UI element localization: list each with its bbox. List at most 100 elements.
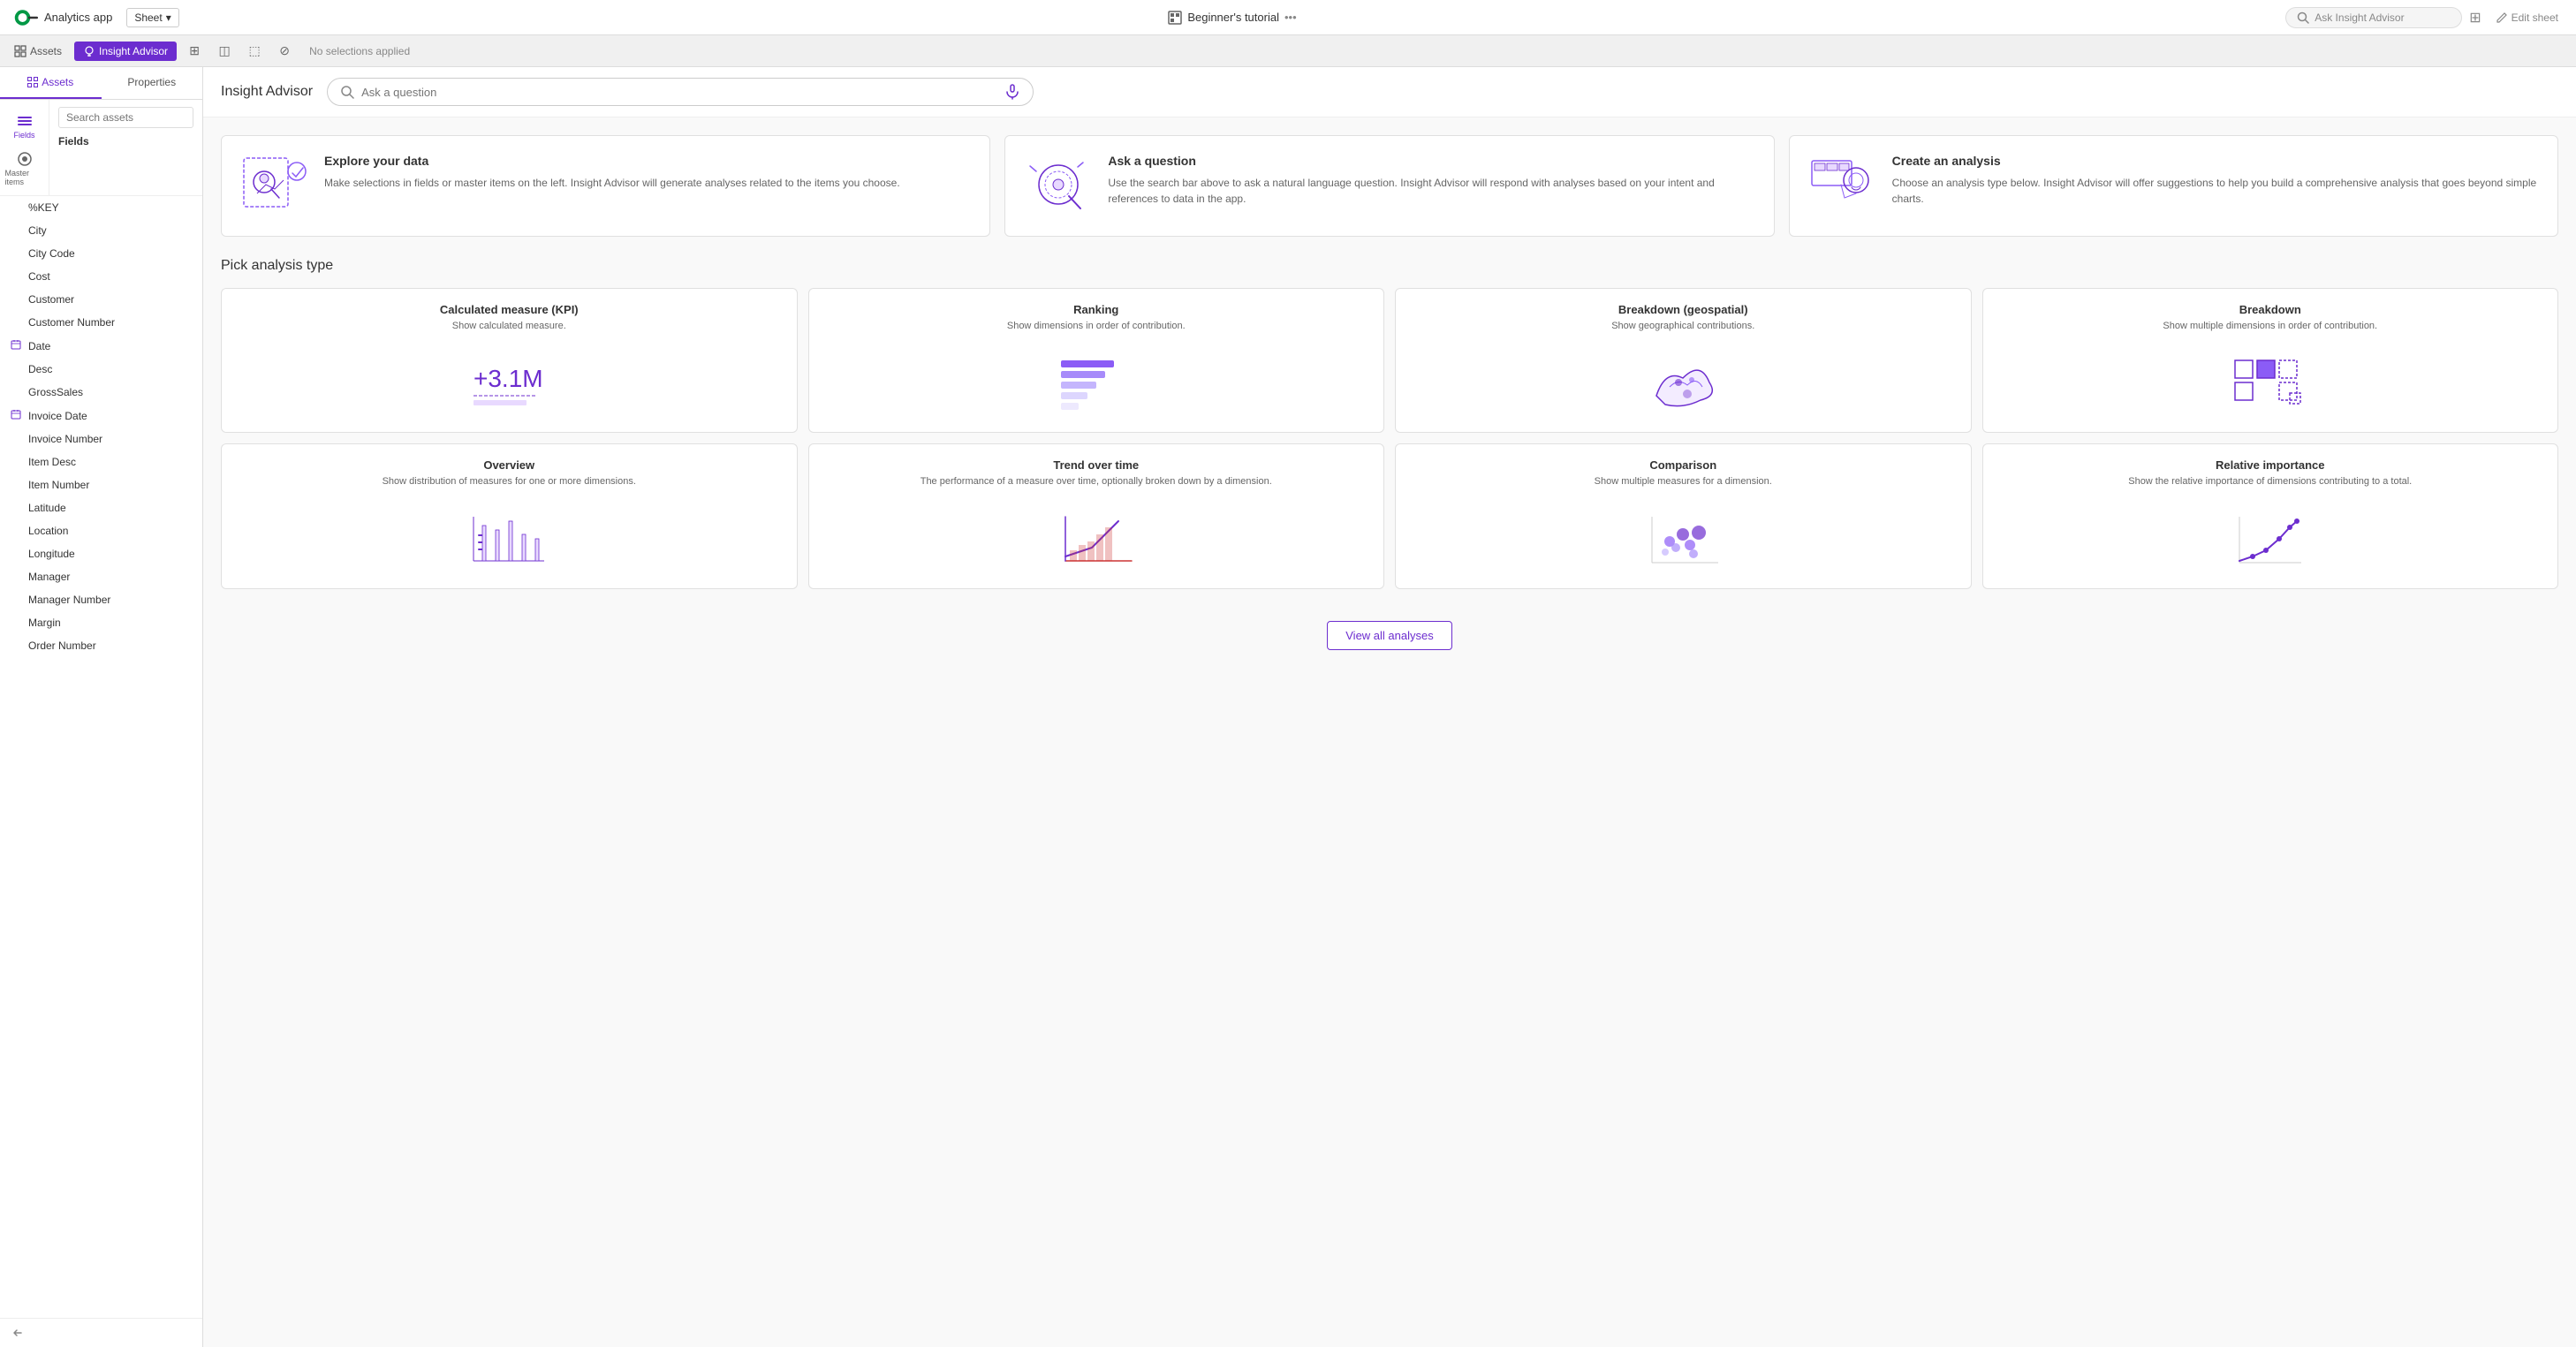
- field-name: Item Number: [28, 479, 89, 491]
- top-search[interactable]: Ask Insight Advisor: [2285, 7, 2462, 28]
- ask-question-input[interactable]: [361, 86, 997, 99]
- insight-advisor-button[interactable]: Insight Advisor: [74, 42, 177, 61]
- intro-card-explore[interactable]: Explore your data Make selections in fie…: [221, 135, 990, 237]
- field-name: Manager: [28, 571, 70, 583]
- insight-advisor-title: Insight Advisor: [221, 84, 313, 100]
- fields-list: %KEY City City Code CostCustomerCustomer Nu…: [0, 196, 202, 1318]
- field-name: Item Desc: [28, 456, 76, 468]
- analysis-title-overview: Overview: [236, 458, 783, 472]
- field-item[interactable]: Invoice Date: [0, 404, 202, 428]
- field-item[interactable]: City Code: [0, 242, 202, 265]
- collapse-icon: [11, 1326, 25, 1340]
- nav-right: Ask Insight Advisor ⊞ Edit sheet: [2285, 7, 2565, 28]
- analysis-card-comparison[interactable]: Comparison Show multiple measures for a …: [1395, 443, 1972, 588]
- field-name: Desc: [28, 363, 52, 375]
- field-item[interactable]: Invoice Number: [0, 428, 202, 450]
- analysis-card-ranking[interactable]: Ranking Show dimensions in order of cont…: [808, 288, 1385, 433]
- field-item[interactable]: Order Number: [0, 634, 202, 657]
- ask-question-bar[interactable]: [327, 78, 1034, 106]
- analysis-visual-kpi: +3.1M: [236, 347, 783, 418]
- assets-tab-icon: [27, 77, 38, 87]
- search-bar-icon: [340, 85, 354, 99]
- toolbar-lock-icon[interactable]: ⊘: [272, 39, 297, 64]
- fields-mini-icon[interactable]: Fields: [5, 107, 44, 146]
- fields-label: Fields: [13, 131, 34, 140]
- pick-analysis-title: Pick analysis type: [221, 254, 2558, 274]
- field-item[interactable]: Desc: [0, 358, 202, 381]
- field-item[interactable]: GrossSales: [0, 381, 202, 404]
- collapse-sidebar[interactable]: [0, 1318, 202, 1347]
- analysis-grid: Calculated measure (KPI) Show calculated…: [221, 288, 2558, 589]
- analysis-card-trend[interactable]: Trend over time The performance of a mea…: [808, 443, 1385, 588]
- intro-card-create[interactable]: Create an analysis Choose an analysis ty…: [1789, 135, 2558, 237]
- field-item[interactable]: Cost: [0, 265, 202, 288]
- intro-card-icon-explore: [239, 154, 310, 218]
- tab-properties[interactable]: Properties: [102, 67, 203, 99]
- fields-header: Fields: [58, 135, 193, 148]
- analysis-section: Pick analysis type Calculated measure (K…: [203, 254, 2576, 607]
- toolbar-icon-2[interactable]: ◫: [212, 39, 237, 64]
- microphone-icon[interactable]: [1004, 84, 1020, 100]
- analysis-title-relative: Relative importance: [1997, 458, 2544, 472]
- search-assets-input[interactable]: [58, 107, 193, 128]
- qlik-logo: Analytics app: [11, 9, 112, 26]
- field-item[interactable]: City: [0, 219, 202, 242]
- analysis-card-overview[interactable]: Overview Show distribution of measures f…: [221, 443, 798, 588]
- sheet-dropdown[interactable]: Sheet ▾: [126, 8, 178, 27]
- master-items-mini-icon[interactable]: Master items: [5, 149, 44, 188]
- intro-card-title-ask: Ask a question: [1108, 154, 1755, 168]
- app-name: Analytics app: [44, 11, 112, 24]
- analysis-title-kpi: Calculated measure (KPI): [236, 303, 783, 316]
- field-item[interactable]: Manager: [0, 565, 202, 588]
- analysis-card-breakdown-geo[interactable]: Breakdown (geospatial) Show geographical…: [1395, 288, 1972, 433]
- sidebar-tabs: Assets Properties: [0, 67, 202, 100]
- field-name: %KEY: [28, 201, 59, 214]
- analysis-desc-comparison: Show multiple measures for a dimension.: [1410, 475, 1957, 488]
- analysis-card-kpi[interactable]: Calculated measure (KPI) Show calculated…: [221, 288, 798, 433]
- toolbar-icon-1[interactable]: ⊞: [182, 39, 207, 64]
- edit-sheet-button[interactable]: Edit sheet: [2489, 8, 2565, 27]
- field-item[interactable]: Location: [0, 519, 202, 542]
- analysis-card-breakdown[interactable]: Breakdown Show multiple dimensions in or…: [1982, 288, 2559, 433]
- field-name: City: [28, 224, 47, 237]
- analysis-title-trend: Trend over time: [823, 458, 1370, 472]
- field-item[interactable]: Customer Number: [0, 311, 202, 334]
- field-item[interactable]: Latitude: [0, 496, 202, 519]
- no-selections-text: No selections applied: [309, 45, 410, 57]
- analysis-title-comparison: Comparison: [1410, 458, 1957, 472]
- field-name: Invoice Date: [28, 410, 87, 422]
- field-item[interactable]: Manager Number: [0, 588, 202, 611]
- fields-panel: Fields Master items Fields: [0, 100, 202, 1318]
- toolbar-icon-3[interactable]: ⬚: [242, 39, 267, 64]
- field-item[interactable]: Item Number: [0, 473, 202, 496]
- field-name: Margin: [28, 617, 61, 629]
- field-item[interactable]: %KEY: [0, 196, 202, 219]
- tab-assets[interactable]: Assets: [0, 67, 102, 99]
- app-title-text: Beginner's tutorial: [1187, 11, 1279, 24]
- grid-icon[interactable]: ⊞: [2469, 9, 2481, 26]
- insight-header: Insight Advisor: [203, 67, 2576, 117]
- edit-icon: [2496, 11, 2508, 24]
- field-item[interactable]: Date: [0, 334, 202, 358]
- calendar-icon: [11, 339, 21, 350]
- intro-card-ask[interactable]: Ask a question Use the search bar above …: [1004, 135, 1774, 237]
- more-options[interactable]: •••: [1284, 11, 1297, 24]
- analysis-visual-comparison: [1410, 503, 1957, 574]
- app-title: Beginner's tutorial •••: [1168, 11, 1296, 25]
- field-name: City Code: [28, 247, 75, 260]
- svg-text:+3.1M: +3.1M: [474, 365, 543, 392]
- analysis-card-relative[interactable]: Relative importance Show the relative im…: [1982, 443, 2559, 588]
- intro-card-icon-create: [1807, 154, 1878, 218]
- field-name: Order Number: [28, 639, 96, 652]
- analysis-desc-kpi: Show calculated measure.: [236, 320, 783, 333]
- field-item[interactable]: Margin: [0, 611, 202, 634]
- view-all-button[interactable]: View all analyses: [1327, 621, 1451, 650]
- analysis-desc-ranking: Show dimensions in order of contribution…: [823, 320, 1370, 333]
- analysis-desc-relative: Show the relative importance of dimensio…: [1997, 475, 2544, 488]
- analysis-visual-breakdown-geo: [1410, 347, 1957, 418]
- field-item[interactable]: Longitude: [0, 542, 202, 565]
- assets-button[interactable]: Assets: [7, 42, 69, 61]
- field-item[interactable]: Item Desc: [0, 450, 202, 473]
- field-name: Manager Number: [28, 594, 110, 606]
- field-item[interactable]: Customer: [0, 288, 202, 311]
